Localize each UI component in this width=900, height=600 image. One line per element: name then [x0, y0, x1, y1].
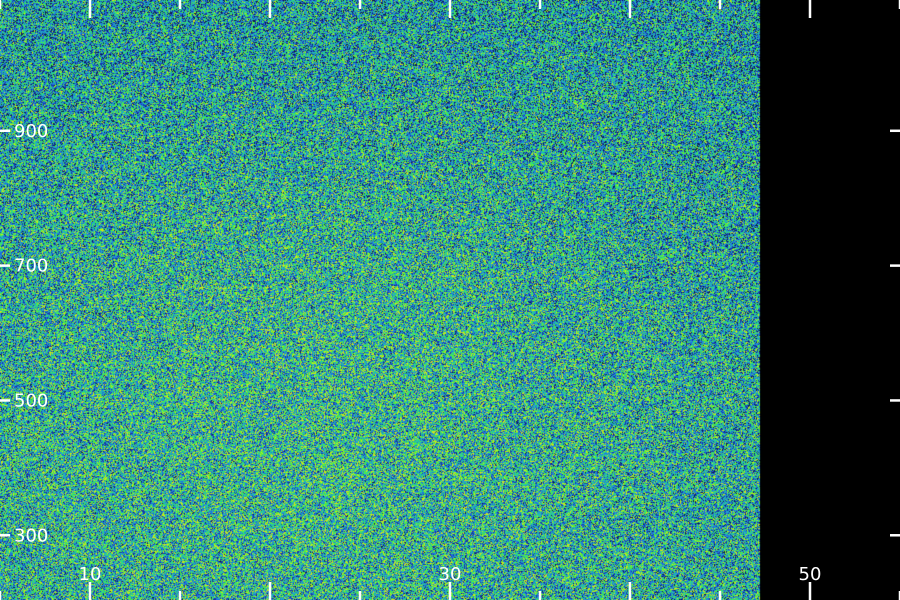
- y-ticks-left: [0, 129, 10, 537]
- y-tick-label: 300: [14, 525, 48, 546]
- x-tick-labels: 10 30 50: [79, 564, 822, 585]
- axes-overlay: 10 30 50 300 500 700 900: [0, 0, 900, 600]
- x-tick-label: 30: [439, 564, 462, 585]
- y-tick-label: 700: [14, 256, 48, 277]
- x-tick-label: 10: [79, 564, 102, 585]
- x-ticks-top: [0, 0, 900, 18]
- y-tick-label: 500: [14, 390, 48, 411]
- y-tick-labels: 300 500 700 900: [14, 121, 48, 546]
- spectrogram-figure: 10 30 50 300 500 700 900: [0, 0, 900, 600]
- y-tick-label: 900: [14, 121, 48, 142]
- y-ticks-right: [890, 129, 900, 537]
- x-tick-label: 50: [799, 564, 822, 585]
